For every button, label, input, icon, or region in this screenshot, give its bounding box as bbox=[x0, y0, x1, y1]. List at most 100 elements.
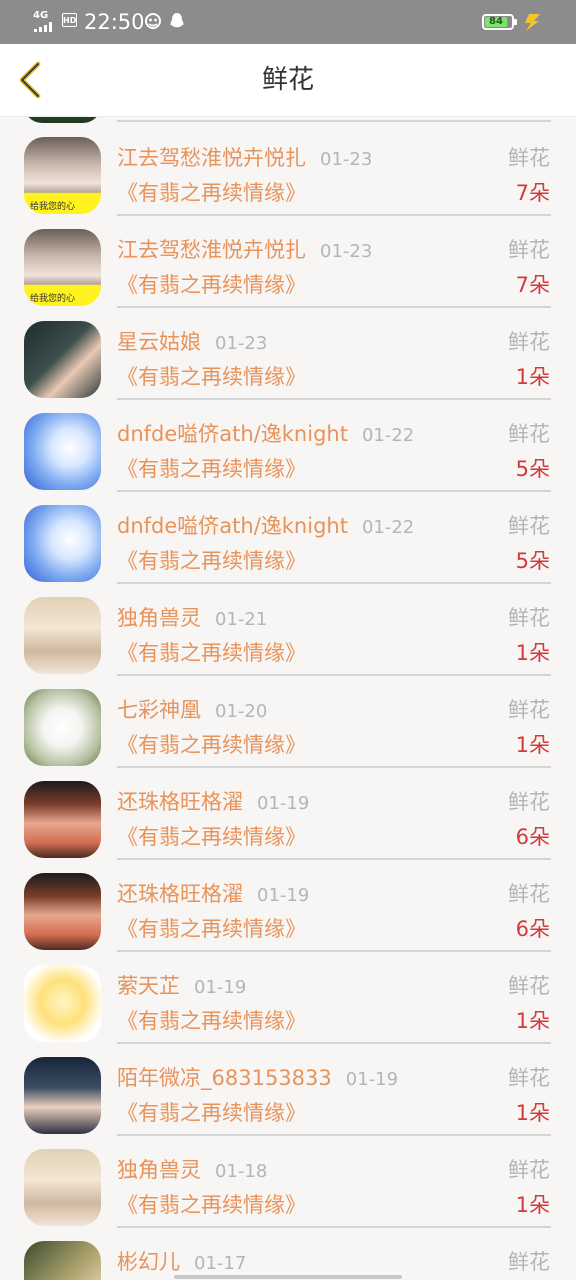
user-name[interactable]: 江去驾愁淮悦卉悦扎 01-23 bbox=[117, 145, 372, 173]
user-name[interactable]: 陌年微凉_683153833 01-19 bbox=[117, 1065, 398, 1093]
flower-count: 6朵 bbox=[515, 825, 550, 849]
hd-badge: HD bbox=[62, 13, 77, 27]
gift-type: 鲜花 bbox=[508, 422, 550, 446]
book-title[interactable]: 《有翡之再续情缘》 bbox=[117, 272, 306, 298]
status-bar: 4G HD 22:50 84 bbox=[0, 0, 576, 44]
user-name-text: 七彩神凰 bbox=[117, 698, 201, 722]
battery-level: 84 bbox=[485, 17, 507, 27]
flower-count: 7朵 bbox=[515, 273, 550, 297]
user-name-text: 还珠格旺格濯 bbox=[117, 790, 243, 814]
list-item[interactable]: 七彩神凰 01-20 鲜花《有翡之再续情缘》 1朵 bbox=[0, 669, 576, 768]
signal-icon bbox=[34, 22, 52, 32]
user-name-text: 萦天芷 bbox=[117, 974, 180, 998]
gift-type: 鲜花 bbox=[508, 698, 550, 722]
flower-count: 1朵 bbox=[515, 1101, 550, 1125]
avatar[interactable] bbox=[24, 1149, 101, 1226]
date: 01-19 bbox=[257, 793, 310, 814]
user-name[interactable]: 还珠格旺格濯 01-19 bbox=[117, 881, 309, 909]
user-name-text: 还珠格旺格濯 bbox=[117, 882, 243, 906]
gift-type: 鲜花 bbox=[508, 1250, 550, 1274]
avatar[interactable] bbox=[24, 689, 101, 766]
date: 01-17 bbox=[194, 1253, 247, 1274]
date: 01-22 bbox=[361, 517, 415, 538]
flower-count: 1朵 bbox=[515, 365, 550, 389]
user-name[interactable]: 星云姑娘 01-23 bbox=[117, 329, 267, 357]
flower-count: 6朵 bbox=[515, 917, 550, 941]
list-item[interactable]: 还珠格旺格濯 01-19 鲜花 《有翡之再续情缘》 6朵 bbox=[0, 853, 576, 952]
list-item[interactable]: 彬幻儿 01-17 鲜花 bbox=[0, 1221, 576, 1280]
book-title[interactable]: 《有翡之再续情缘》 bbox=[117, 1008, 306, 1034]
book-title[interactable]: 《有翡之再续情缘》 bbox=[117, 456, 306, 482]
charging-icon bbox=[525, 14, 540, 31]
user-name[interactable]: dnfde嗌侪ath/逸knight 01-22 bbox=[117, 513, 414, 541]
user-name-text: 陌年微凉_683153833 bbox=[117, 1066, 332, 1090]
flower-count: 1朵 bbox=[515, 733, 550, 757]
user-name[interactable]: 彬幻儿 01-17 bbox=[117, 1249, 246, 1277]
avatar[interactable] bbox=[24, 505, 101, 582]
book-title[interactable]: 《有翡之再续情缘》 bbox=[117, 1192, 306, 1218]
book-title[interactable]: 《有翡之再续情缘》 bbox=[117, 916, 306, 942]
avatar[interactable] bbox=[24, 321, 101, 398]
book-title[interactable]: 《有翡之再续情缘》 bbox=[117, 364, 306, 390]
avatar[interactable] bbox=[24, 597, 101, 674]
list-item[interactable]: 给我您的心 江去驾愁淮悦卉悦扎 01-23 鲜花《有翡之再续情缘》 7朵 bbox=[0, 209, 576, 308]
avatar[interactable] bbox=[24, 1057, 101, 1134]
flower-count: 7朵 bbox=[515, 181, 550, 205]
user-name[interactable]: 江去驾愁淮悦卉悦扎 01-23 bbox=[117, 237, 372, 265]
gift-type: 鲜花 bbox=[508, 606, 550, 630]
user-name-text: dnfde嗌侪ath/逸knight bbox=[117, 422, 348, 446]
date: 01-19 bbox=[345, 1069, 399, 1090]
list-item[interactable]: 独角兽灵 01-21 鲜花《有翡之再续情缘》 1朵 bbox=[0, 577, 576, 676]
gift-type: 鲜花 bbox=[508, 238, 550, 262]
book-title[interactable]: 《有翡之再续情缘》 bbox=[117, 180, 306, 206]
book-title[interactable]: 《有翡之再续情缘》 bbox=[117, 732, 306, 758]
flower-count: 1朵 bbox=[515, 1009, 550, 1033]
list-item[interactable]: 萦天芷 01-19 鲜花 《有翡之再续情缘》 1朵 bbox=[0, 945, 576, 1044]
date: 01-23 bbox=[320, 241, 373, 262]
flower-record-list[interactable]: 给我您的心 江去驾愁淮悦卉悦扎 01-23 鲜花 《有翡之再续情缘》 7朵 给我您的心 江去驾… bbox=[0, 117, 576, 1280]
avatar[interactable] bbox=[24, 1241, 101, 1280]
book-title[interactable]: 《有翡之再续情缘》 bbox=[117, 824, 306, 850]
user-name[interactable]: 萦天芷 01-19 bbox=[117, 973, 246, 1001]
date: 01-19 bbox=[194, 977, 247, 998]
list-item[interactable]: 独角兽灵 01-18 鲜花 《有翡之再续情缘》 1朵 bbox=[0, 1129, 576, 1228]
home-indicator[interactable] bbox=[174, 1275, 402, 1279]
date: 01-18 bbox=[215, 1161, 268, 1182]
avatar[interactable]: 给我您的心 bbox=[24, 137, 101, 214]
app-notification-icon bbox=[145, 13, 161, 29]
date: 01-21 bbox=[215, 609, 268, 630]
avatar[interactable]: 给我您的心 bbox=[24, 229, 101, 306]
user-name-text: 独角兽灵 bbox=[117, 1158, 201, 1182]
network-indicator: 4G bbox=[33, 10, 49, 21]
gift-type: 鲜花 bbox=[508, 1066, 550, 1090]
avatar[interactable] bbox=[24, 781, 101, 858]
book-title[interactable]: 《有翡之再续情缘》 bbox=[117, 548, 306, 574]
date: 01-22 bbox=[361, 425, 415, 446]
list-item[interactable]: 给我您的心 江去驾愁淮悦卉悦扎 01-23 鲜花 《有翡之再续情缘》 7朵 bbox=[0, 117, 576, 216]
user-name-text: dnfde嗌侪ath/逸knight bbox=[117, 514, 348, 538]
user-name[interactable]: 七彩神凰 01-20 bbox=[117, 697, 267, 725]
date: 01-19 bbox=[257, 885, 310, 906]
book-title[interactable]: 《有翡之再续情缘》 bbox=[117, 640, 306, 666]
date: 01-20 bbox=[215, 701, 268, 722]
navigation-header: 鲜花 bbox=[0, 44, 576, 117]
page-title: 鲜花 bbox=[261, 65, 314, 95]
battery-icon: 84 bbox=[482, 14, 514, 30]
clock: 22:50 bbox=[84, 10, 145, 34]
list-item[interactable]: 星云姑娘 01-23 鲜花 《有翡之再续情缘》 1朵 bbox=[0, 301, 576, 400]
avatar[interactable] bbox=[24, 873, 101, 950]
user-name[interactable]: 还珠格旺格濯 01-19 bbox=[117, 789, 309, 817]
user-name[interactable]: 独角兽灵 01-18 bbox=[117, 1157, 267, 1185]
flower-count: 1朵 bbox=[515, 641, 550, 665]
user-name[interactable]: 独角兽灵 01-21 bbox=[117, 605, 267, 633]
flower-count: 5朵 bbox=[515, 549, 550, 573]
list-item[interactable]: 陌年微凉_683153833 01-19 鲜花《有翡之再续情缘》 1朵 bbox=[0, 1037, 576, 1136]
avatar[interactable] bbox=[24, 965, 101, 1042]
list-item[interactable]: dnfde嗌侪ath/逸knight 01-22 鲜花 《有翡之再续情缘》 5朵 bbox=[0, 393, 576, 492]
flower-count: 1朵 bbox=[515, 1193, 550, 1217]
book-title[interactable]: 《有翡之再续情缘》 bbox=[117, 1100, 306, 1126]
list-item[interactable]: dnfde嗌侪ath/逸knight 01-22 鲜花 《有翡之再续情缘》 5朵 bbox=[0, 485, 576, 584]
list-item[interactable]: 还珠格旺格濯 01-19 鲜花 《有翡之再续情缘》 6朵 bbox=[0, 761, 576, 860]
avatar[interactable] bbox=[24, 413, 101, 490]
user-name[interactable]: dnfde嗌侪ath/逸knight 01-22 bbox=[117, 421, 414, 449]
